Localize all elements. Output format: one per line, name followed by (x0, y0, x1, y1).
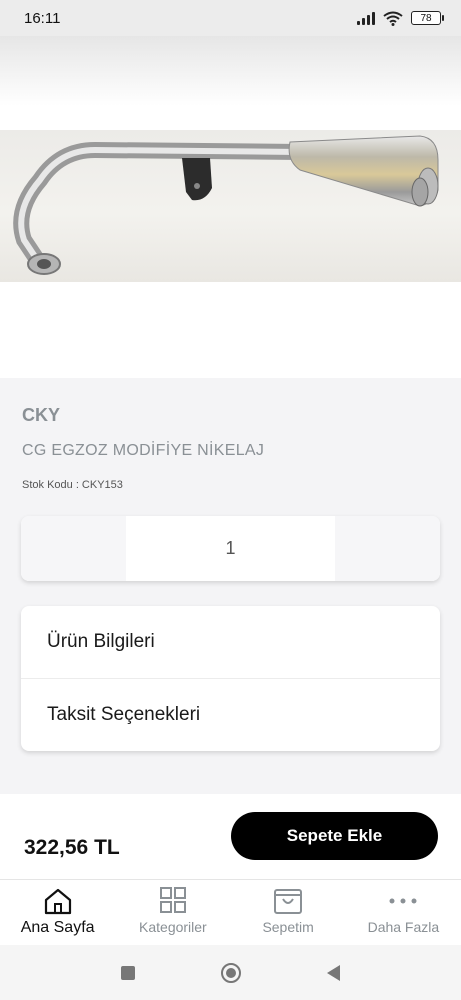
decrease-quantity-button[interactable] (21, 516, 126, 581)
nav-label-home: Ana Sayfa (20, 919, 95, 936)
bottom-navigation: Ana Sayfa Kategoriler Sepetim Daha Fazla (0, 879, 461, 945)
nav-item-more[interactable]: Daha Fazla (346, 880, 461, 945)
status-time: 16:11 (24, 9, 61, 27)
home-button-icon[interactable] (221, 962, 241, 983)
purchase-bar: 322,56 TL Sepete Ekle (0, 794, 461, 879)
signal-icon (357, 11, 375, 25)
product-sku: Stok Kodu : CKY153 (22, 479, 123, 491)
product-brand: CKY (22, 405, 61, 425)
product-price: 322,56 TL (24, 836, 120, 859)
installment-options-row[interactable]: Taksit Seçenekleri (21, 678, 440, 750)
home-icon (44, 888, 71, 915)
nav-label-more: Daha Fazla (367, 919, 440, 935)
nav-item-cart[interactable]: Sepetim (231, 880, 346, 945)
quantity-stepper: 1 (21, 516, 440, 581)
add-to-cart-button[interactable]: Sepete Ekle (231, 812, 438, 860)
battery-level: 78 (420, 12, 432, 24)
nav-label-categories: Kategoriler (139, 919, 207, 935)
wifi-icon (383, 11, 403, 26)
system-navigation-bar (0, 945, 461, 1000)
battery-icon: 78 (411, 11, 444, 25)
grid-icon (159, 887, 186, 913)
product-image-area[interactable] (0, 36, 461, 378)
product-info-card: Ürün Bilgileri Taksit Seçenekleri (21, 606, 440, 751)
exhaust-pipe-photo (0, 130, 461, 282)
back-icon[interactable] (327, 964, 340, 981)
recent-apps-icon[interactable] (121, 965, 135, 980)
status-icons: 78 (357, 11, 444, 26)
nav-item-categories[interactable]: Kategoriler (115, 880, 230, 945)
nav-item-home[interactable]: Ana Sayfa (0, 880, 115, 945)
product-name: CG EGZOZ MODİFİYE NİKELAJ (22, 442, 265, 459)
increase-quantity-button[interactable] (335, 516, 440, 581)
product-info-row[interactable]: Ürün Bilgileri (21, 606, 440, 678)
more-dots-icon (389, 898, 417, 904)
shopping-bag-icon (274, 889, 303, 914)
quantity-value[interactable]: 1 (126, 516, 335, 581)
status-bar: 16:11 78 (0, 0, 461, 36)
nav-label-cart: Sepetim (262, 919, 314, 935)
